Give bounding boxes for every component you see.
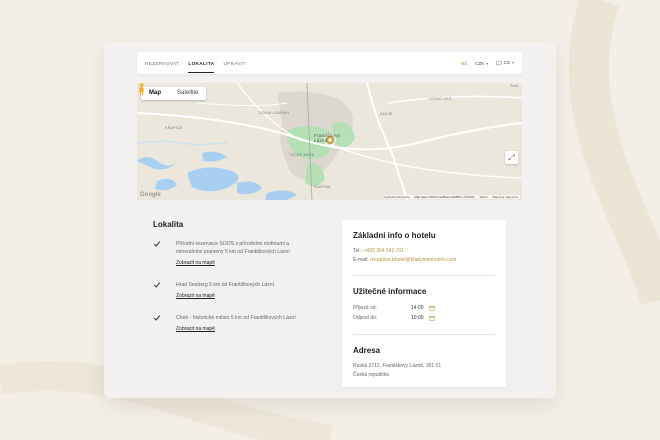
tab-lokalita[interactable]: LOKALITA [188, 61, 215, 73]
main-card: REZERVOVAT LOKALITA UPRAVIT Kč CZK ▾ CS ▾ [104, 42, 556, 398]
map-label-city: Františkovy Lázně [314, 133, 341, 143]
map-data-text: Map data ©2025 GeoBasis-DE/BKG (©2009) [414, 195, 475, 199]
map-attribution: Keyboard shortcuts Map data ©2025 GeoBas… [381, 195, 520, 199]
map-label-aleje: ALEJE [380, 112, 393, 116]
currency-select[interactable]: CZK ▾ [475, 61, 488, 66]
useful-info-title: Užitečné informace [353, 287, 427, 296]
language-label: CS [503, 60, 510, 66]
list-item: Hrad Seeberg 5 km od Františkových Lázní… [153, 281, 313, 300]
keyboard-shortcuts-link[interactable]: Keyboard shortcuts [384, 195, 410, 199]
show-on-map-link[interactable]: Zobrazit na mapě [176, 259, 215, 267]
currency-symbol: Kč [461, 60, 468, 66]
pegman-icon[interactable] [137, 83, 146, 95]
address-line-1: Ruská 2712, Františkovy Lázně, 351 01 [353, 363, 442, 369]
fullscreen-icon[interactable]: ⤢ [505, 151, 518, 164]
tab-rezervovat[interactable]: REZERVOVAT [145, 61, 179, 66]
checkin-label: Příjezd od: [353, 305, 377, 311]
phone-line: Tel.: +420 354 542 701 [353, 247, 495, 256]
tab-upravit[interactable]: UPRAVIT [223, 61, 245, 66]
map-label-horni-ves: HORNÍ VES [429, 97, 452, 101]
checkin-row: Příjezd od: 14:00 [353, 303, 495, 313]
lokalita-title: Lokalita [153, 220, 184, 229]
list-item-text: Přírodní rezervace SOOS s přírodními mof… [176, 241, 290, 255]
map-label-slatina: SLATINA [314, 185, 331, 189]
phone-label: Tel.: [353, 248, 363, 254]
list-item-text: Cheb - historické město 5 km od Františk… [176, 315, 296, 321]
navbar-right: Kč CZK ▾ CS ▾ [461, 60, 514, 67]
email-line: E-mail: reception.bhotel@bladymenhotels.… [353, 256, 495, 265]
checkin-value: 14:00 [411, 305, 424, 311]
address-title: Adresa [353, 346, 381, 355]
map-label-area: TOLER AREA [289, 153, 315, 157]
email-label: E-mail: [353, 256, 369, 263]
report-error-link[interactable]: Report a map error [493, 195, 518, 199]
currency-label: CZK [475, 60, 485, 66]
check-icon [153, 315, 161, 321]
map-label-treb: Treb [510, 84, 519, 88]
language-select[interactable]: CS ▾ [496, 60, 514, 67]
map-type-toggle: Map Satellite [141, 87, 207, 100]
hotel-info-panel: Základní info o hotelu Tel.: +420 354 54… [342, 220, 506, 387]
hotel-info-title: Základní info o hotelu [353, 231, 436, 240]
show-on-map-link[interactable]: Zobrazit na mapě [176, 292, 215, 300]
chevron-down-icon: ▾ [511, 60, 514, 66]
map-label-dolni-lomany: DOLNÍ LOMANY [259, 111, 290, 115]
lokalita-section: Lokalita Přírodní rezervace SOOS s příro… [153, 220, 313, 347]
terms-link[interactable]: Terms [479, 195, 487, 199]
phone-link[interactable]: +420 354 542 701 [364, 248, 404, 254]
divider [353, 334, 495, 335]
map-type-satellite-button[interactable]: Satellite [169, 87, 206, 100]
email-link[interactable]: reception.bhotel@bladymenhotels.com [370, 257, 457, 263]
list-item: Přírodní rezervace SOOS s přírodními mof… [153, 240, 313, 267]
top-navbar: REZERVOVAT LOKALITA UPRAVIT Kč CZK ▾ CS ▾ [137, 52, 522, 74]
checkout-value: 10:00 [411, 315, 424, 321]
check-icon [153, 241, 161, 247]
map-view[interactable]: DOLNÍ LOMANY Františkovy Lázně HORNÍ VES… [137, 83, 522, 200]
list-item: Cheb - historické město 5 km od Františk… [153, 314, 313, 333]
list-item-text: Hrad Seeberg 5 km od Františkových Lázní [176, 282, 274, 288]
check-icon [153, 282, 161, 288]
checkout-label: Odjezd do: [353, 315, 378, 321]
google-logo: Google [140, 192, 161, 198]
chat-bubble-icon [496, 60, 503, 67]
checkout-row: Odjezd do: 10:00 [353, 313, 495, 323]
divider [353, 275, 495, 276]
address-line-2: Česká republika [353, 371, 389, 378]
calendar-icon [429, 315, 435, 321]
calendar-icon [429, 305, 435, 311]
map-label-krapice: KRAPICE [165, 126, 183, 130]
show-on-map-link[interactable]: Zobrazit na mapě [176, 325, 215, 333]
chevron-down-icon: ▾ [486, 60, 489, 66]
